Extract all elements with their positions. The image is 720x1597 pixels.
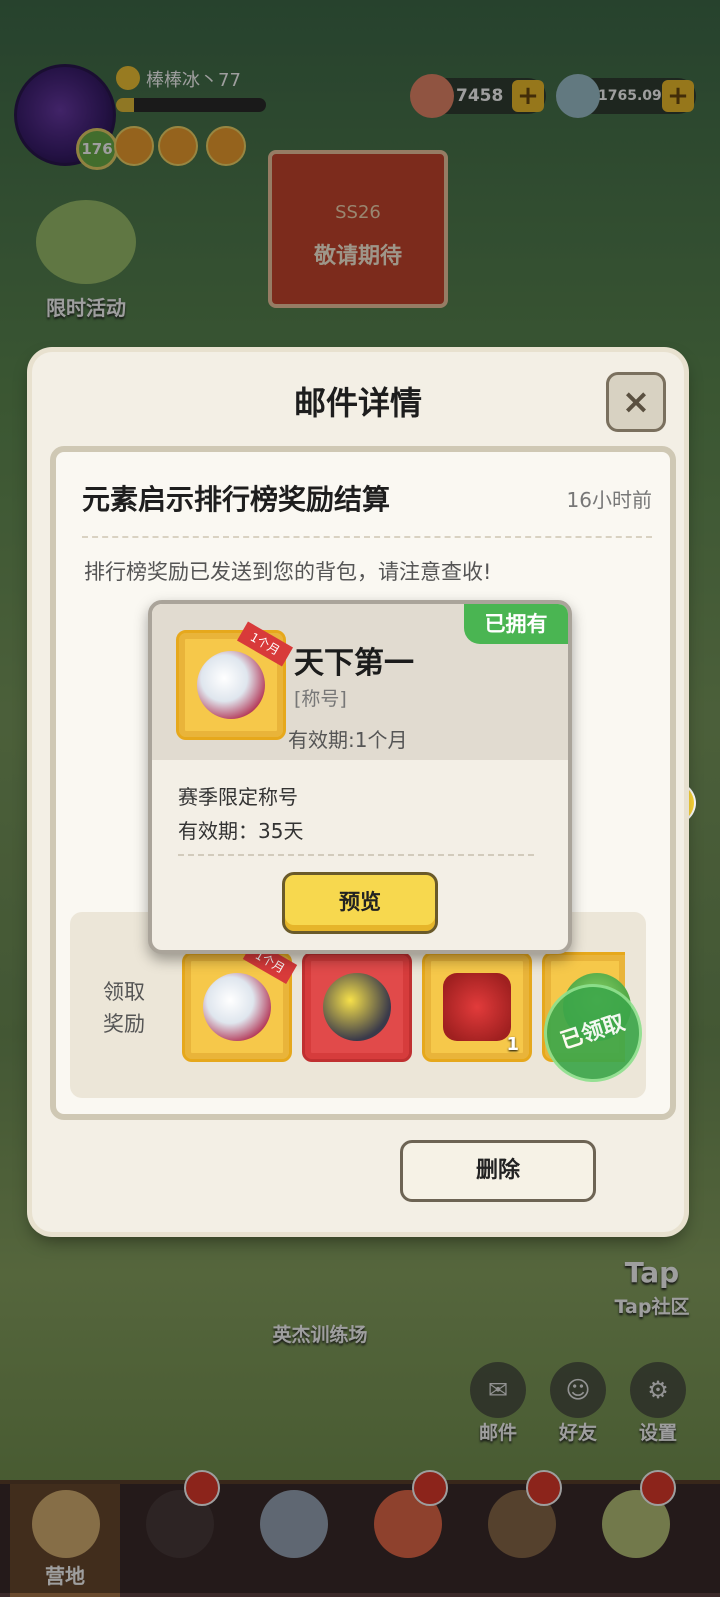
tooltip-validity: 有效期:1个月 [288, 728, 408, 752]
reward-quantity: 1 [506, 1034, 519, 1055]
reward-item-hero[interactable] [302, 952, 412, 1062]
tooltip-desc-line-2: 有效期：35天 [178, 819, 304, 843]
reward-item-luggage[interactable]: 1 [422, 952, 532, 1062]
tooltip-divider [178, 854, 534, 856]
hero-portrait-icon [323, 973, 391, 1041]
preview-button[interactable]: 预览 [282, 872, 438, 934]
dialog-title: 邮件详情 [293, 384, 422, 422]
mail-timestamp: 16小时前 [566, 488, 652, 512]
owned-badge: 已拥有 [464, 604, 568, 644]
item-tooltip: 已拥有 1个月 天下第一 [称号] 有效期:1个月 赛季限定称号 有效期：35天… [148, 600, 572, 954]
tooltip-item-icon: 1个月 [176, 621, 294, 740]
close-button[interactable]: × [606, 372, 666, 432]
luggage-icon [443, 973, 511, 1041]
tooltip-item-type: [称号] [294, 688, 347, 710]
rewards-label: 领取 奖励 [103, 980, 145, 1036]
tooltip-description: 赛季限定称号 有效期：35天 [178, 780, 303, 848]
mail-subject: 元素启示排行榜奖励结算 [82, 483, 391, 516]
delete-button[interactable]: 删除 [400, 1140, 596, 1202]
tooltip-desc-line-1: 赛季限定称号 [178, 785, 298, 809]
reward-item-title[interactable]: 1个月 [182, 939, 298, 1062]
tooltip-item-name: 天下第一 [294, 646, 414, 681]
title-badge-icon [197, 651, 265, 719]
mail-body-text: 排行榜奖励已发送到您的背包，请注意查收! [84, 560, 492, 584]
mail-divider [82, 536, 652, 538]
title-badge-icon [203, 973, 271, 1041]
